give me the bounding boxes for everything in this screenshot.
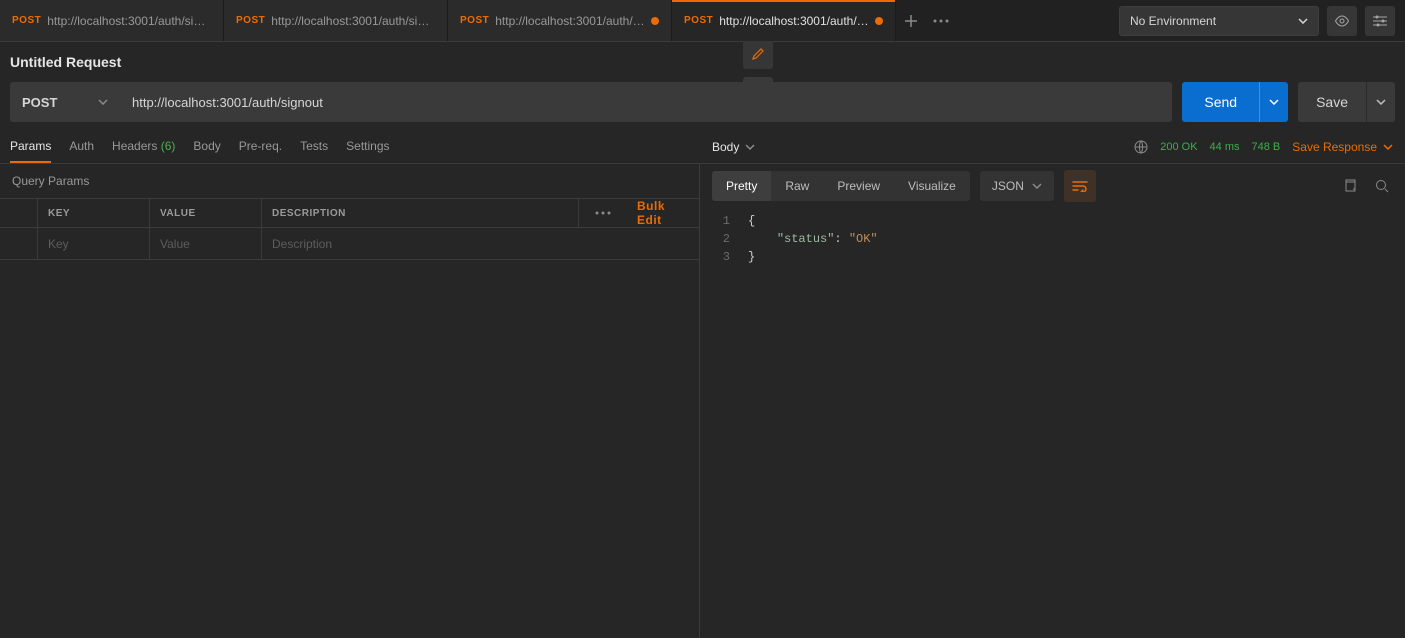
request-panel: Query Params KEY VALUE DESCRIPTION Bulk …	[0, 164, 700, 638]
copy-icon	[1343, 179, 1357, 193]
pencil-icon	[751, 47, 765, 61]
save-button-options[interactable]	[1367, 99, 1395, 105]
unsaved-dot-icon	[875, 17, 883, 25]
tab-settings[interactable]: Settings	[346, 131, 389, 163]
request-title-row: Untitled Request BUILD	[0, 42, 1405, 82]
param-description-input[interactable]	[272, 228, 689, 259]
wrap-icon	[1072, 180, 1088, 192]
json-key: "status"	[777, 232, 835, 246]
save-response-label: Save Response	[1292, 140, 1377, 154]
response-header-bar: Body 200 OK 44 ms 748 B Save Response	[700, 130, 1405, 164]
method-select[interactable]: POST	[10, 82, 120, 122]
tab-tests[interactable]: Tests	[300, 131, 328, 163]
view-tab-visualize[interactable]: Visualize	[894, 171, 970, 201]
code-content: { "status": "OK" }	[740, 212, 1405, 266]
tab-headers-count: (6)	[161, 139, 176, 153]
tab-method: POST	[12, 15, 41, 26]
response-status: 200 OK	[1160, 141, 1197, 153]
request-line: POST Send Save	[0, 82, 1405, 130]
tab-headers[interactable]: Headers (6)	[112, 131, 175, 163]
view-tab-raw[interactable]: Raw	[771, 171, 823, 201]
request-title: Untitled Request	[10, 54, 121, 70]
main-split: Query Params KEY VALUE DESCRIPTION Bulk …	[0, 164, 1405, 638]
response-view-tabs: Pretty Raw Preview Visualize	[712, 171, 970, 201]
request-tab[interactable]: POST http://localhost:3001/auth/sig…	[672, 0, 896, 41]
query-params-header: KEY VALUE DESCRIPTION Bulk Edit	[0, 198, 699, 228]
tab-prerequest[interactable]: Pre-req.	[239, 131, 282, 163]
tab-method: POST	[460, 15, 489, 26]
tab-auth[interactable]: Auth	[69, 131, 94, 163]
chevron-down-icon	[1032, 183, 1042, 189]
request-tab[interactable]: POST http://localhost:3001/auth/sig…	[0, 0, 224, 41]
chevron-down-icon	[98, 99, 108, 105]
url-input[interactable]	[120, 82, 1172, 122]
tab-label: http://localhost:3001/auth/sig…	[719, 14, 869, 28]
send-button-label: Send	[1182, 82, 1260, 122]
line-wrap-toggle[interactable]	[1064, 170, 1096, 202]
request-tab[interactable]: POST http://localhost:3001/auth/sig…	[224, 0, 448, 41]
copy-response-button[interactable]	[1339, 175, 1361, 197]
chevron-down-icon	[745, 144, 755, 150]
line-number: 1	[700, 212, 730, 230]
chevron-down-icon	[1376, 99, 1386, 105]
param-value-input[interactable]	[160, 228, 251, 259]
query-params-title: Query Params	[0, 164, 699, 198]
query-param-row	[0, 228, 699, 260]
search-icon	[1375, 179, 1389, 193]
tab-headers-label: Headers	[112, 139, 157, 153]
line-gutter: 1 2 3	[700, 212, 740, 266]
line-number: 3	[700, 248, 730, 266]
format-selected: JSON	[992, 179, 1024, 193]
response-body-viewer[interactable]: 1 2 3 { "status": "OK" }	[700, 208, 1405, 270]
tab-method: POST	[684, 15, 713, 26]
request-tab[interactable]: POST http://localhost:3001/auth/ses…	[448, 0, 672, 41]
tab-body[interactable]: Body	[193, 131, 220, 163]
save-button[interactable]: Save	[1298, 82, 1395, 122]
view-tab-pretty[interactable]: Pretty	[712, 171, 771, 201]
bulk-edit-button[interactable]: Bulk Edit	[627, 199, 699, 227]
format-select[interactable]: JSON	[980, 171, 1054, 201]
tab-label: http://localhost:3001/auth/ses…	[495, 14, 645, 28]
column-checkbox	[0, 199, 38, 227]
view-tab-preview[interactable]: Preview	[823, 171, 894, 201]
edit-button[interactable]	[743, 39, 773, 69]
json-value: "OK"	[849, 232, 878, 246]
chevron-down-icon	[1269, 99, 1279, 105]
column-value: VALUE	[150, 199, 262, 227]
param-key-input[interactable]	[48, 228, 139, 259]
globe-icon	[1134, 140, 1148, 154]
response-toolbar: Pretty Raw Preview Visualize JSON	[700, 164, 1405, 208]
tab-label: http://localhost:3001/auth/sig…	[271, 14, 435, 28]
response-time: 44 ms	[1210, 141, 1240, 153]
response-section-label: Body	[712, 140, 739, 154]
tab-method: POST	[236, 15, 265, 26]
send-button-options[interactable]	[1260, 99, 1288, 105]
tab-params[interactable]: Params	[10, 131, 51, 163]
line-number: 2	[700, 230, 730, 248]
method-selected: POST	[22, 95, 57, 110]
response-size: 748 B	[1252, 141, 1281, 153]
chevron-down-icon	[1383, 144, 1393, 150]
network-icon[interactable]	[1134, 140, 1148, 154]
send-button[interactable]: Send	[1182, 82, 1288, 122]
tab-label: http://localhost:3001/auth/sig…	[47, 14, 211, 28]
dots-horizontal-icon	[595, 211, 611, 215]
response-panel: Body 200 OK 44 ms 748 B Save Response Pr…	[700, 164, 1405, 638]
row-checkbox[interactable]	[0, 228, 38, 259]
column-key: KEY	[38, 199, 150, 227]
save-response-button[interactable]: Save Response	[1292, 140, 1393, 154]
save-button-label: Save	[1298, 82, 1367, 122]
column-options-button[interactable]	[579, 199, 627, 227]
column-description: DESCRIPTION	[262, 199, 579, 227]
unsaved-dot-icon	[651, 17, 659, 25]
search-response-button[interactable]	[1371, 175, 1393, 197]
response-section-select[interactable]: Body	[712, 140, 755, 154]
